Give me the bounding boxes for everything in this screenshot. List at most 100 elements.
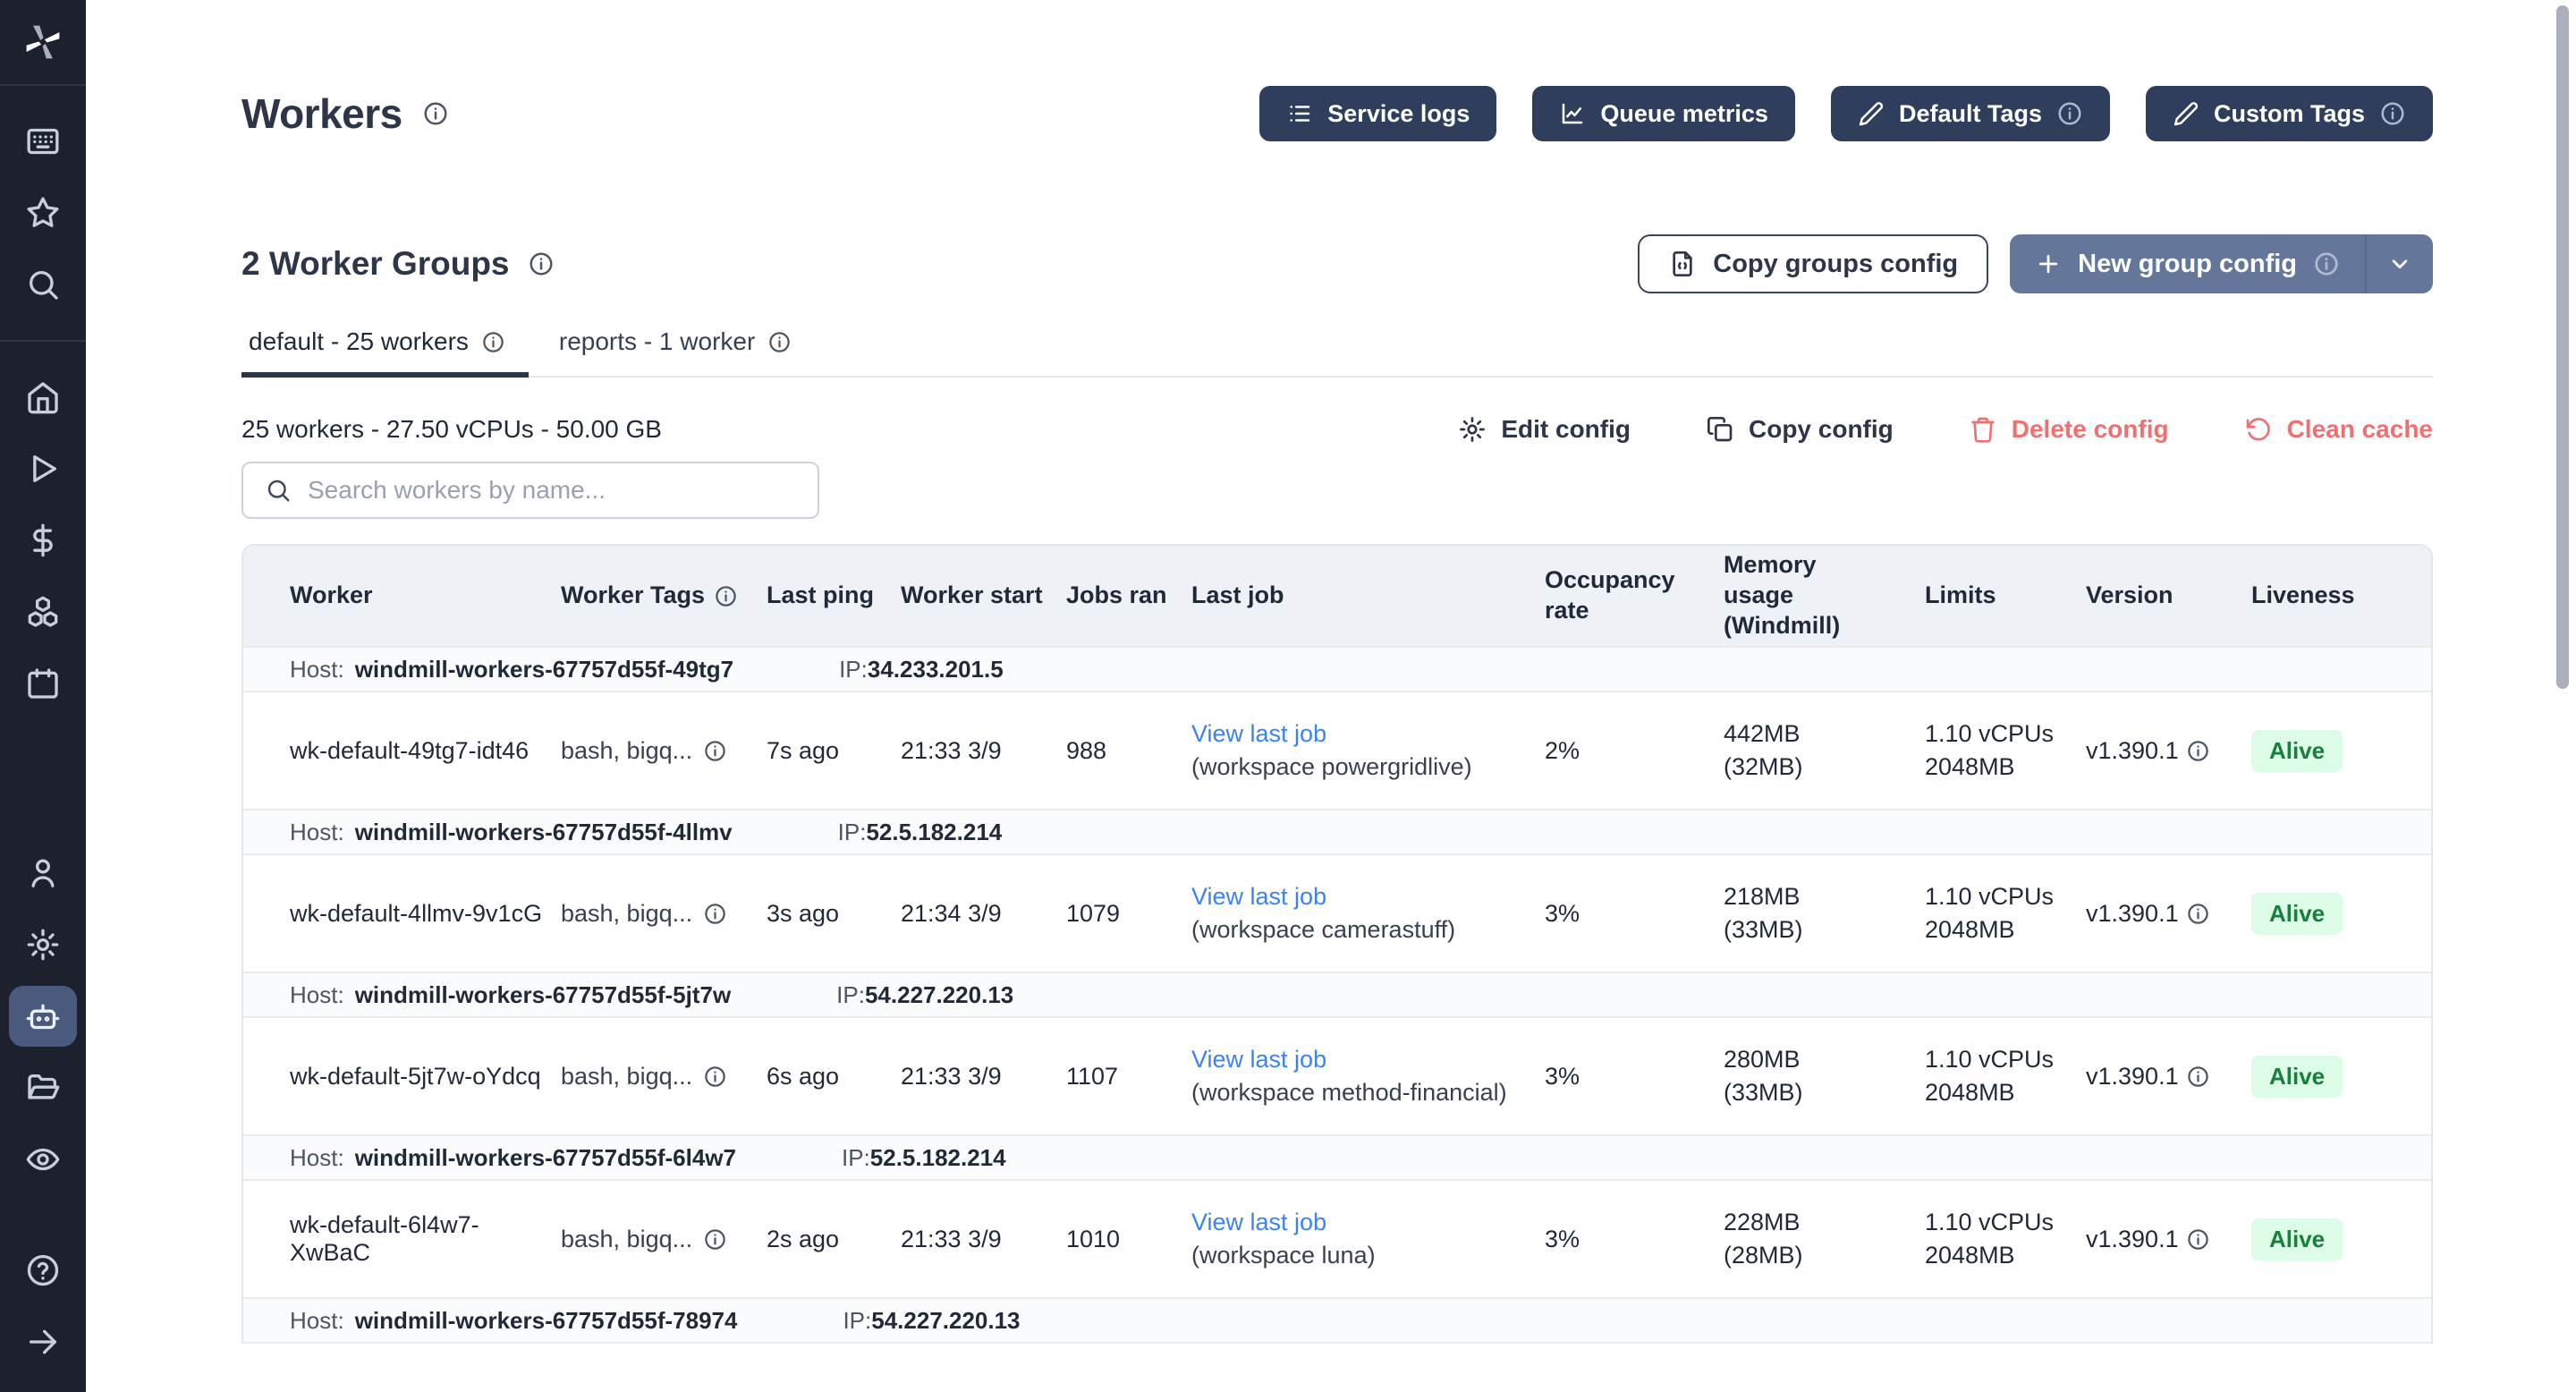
host-row: Host: windmill-workers-67757d55f-78974 I… bbox=[243, 1297, 2431, 1344]
chevron-down-icon bbox=[2386, 250, 2413, 277]
sidebar-item-help[interactable] bbox=[0, 1235, 86, 1306]
sidebar-item-audit[interactable] bbox=[0, 1124, 86, 1195]
group-summary: 25 workers - 27.50 vCPUs - 50.00 GB bbox=[242, 415, 662, 444]
worker-tags-cell-info-icon[interactable] bbox=[703, 1227, 727, 1252]
copy-config-button[interactable]: Copy config bbox=[1706, 415, 1894, 444]
col-jobs-ran: Jobs ran bbox=[1066, 581, 1191, 611]
host-label: Host: bbox=[290, 656, 344, 683]
help-icon bbox=[25, 1252, 61, 1288]
trash-icon bbox=[1969, 415, 1997, 444]
default-tags-button[interactable]: Default Tags bbox=[1831, 86, 2110, 141]
sidebar-item-search[interactable] bbox=[0, 249, 86, 320]
worker-tags-info-icon[interactable] bbox=[714, 584, 738, 608]
workers-info-icon[interactable] bbox=[422, 100, 449, 127]
worker-tags-cell: bash, bigq... bbox=[561, 900, 767, 928]
worker-tags-cell-info-icon[interactable] bbox=[703, 1065, 727, 1089]
view-last-job-link[interactable]: View last job bbox=[1191, 880, 1532, 913]
version-cell: v1.390.1 bbox=[2086, 900, 2251, 928]
sidebar-admin-section bbox=[0, 818, 86, 1215]
host-label: Host: bbox=[290, 981, 344, 1009]
gear-icon bbox=[1458, 415, 1487, 444]
version-info-icon[interactable] bbox=[2186, 1065, 2210, 1089]
ip-label: IP: bbox=[836, 981, 865, 1009]
sidebar-item-resources[interactable] bbox=[0, 576, 86, 648]
worker-tags-cell-info-icon[interactable] bbox=[703, 739, 727, 763]
tab-default-info-icon[interactable] bbox=[481, 330, 505, 354]
worker-tags-cell-info-icon[interactable] bbox=[703, 902, 727, 926]
sidebar-item-variables[interactable] bbox=[0, 505, 86, 576]
sidebar-item-favorites[interactable] bbox=[0, 177, 86, 249]
version-info-icon[interactable] bbox=[2186, 739, 2210, 763]
search-input[interactable] bbox=[308, 476, 796, 505]
calendar-icon bbox=[25, 666, 61, 701]
worker-groups-info-icon[interactable] bbox=[528, 250, 555, 277]
edit-config-button[interactable]: Edit config bbox=[1458, 415, 1631, 444]
dollar-icon bbox=[25, 522, 61, 558]
custom-tags-button[interactable]: Custom Tags bbox=[2146, 86, 2433, 141]
memory-cell: 280MB (33MB) bbox=[1724, 1043, 1925, 1109]
tab-default[interactable]: default - 25 workers bbox=[242, 327, 529, 378]
list-icon bbox=[1286, 100, 1313, 127]
sidebar-item-user[interactable] bbox=[0, 837, 86, 909]
view-last-job-link[interactable]: View last job bbox=[1191, 1206, 1532, 1239]
new-group-config-dropdown[interactable] bbox=[2367, 234, 2433, 293]
host-ip: 54.227.220.13 bbox=[871, 1307, 1020, 1335]
delete-config-button[interactable]: Delete config bbox=[1969, 415, 2169, 444]
pencil-icon bbox=[2173, 100, 2199, 127]
worker-table-body: Host: windmill-workers-67757d55f-49tg7 I… bbox=[243, 646, 2431, 1344]
new-group-config-label: New group config bbox=[2078, 250, 2297, 279]
worker-row: wk-default-6l4w7-XwBaC bash, bigq... 2s … bbox=[243, 1181, 2431, 1297]
memory-cell: 442MB (32MB) bbox=[1724, 717, 1925, 784]
new-group-config-info-icon[interactable] bbox=[2313, 250, 2340, 277]
service-logs-button[interactable]: Service logs bbox=[1259, 86, 1496, 141]
view-last-job-link[interactable]: View last job bbox=[1191, 717, 1532, 751]
host-name: windmill-workers-67757d55f-49tg7 bbox=[355, 656, 733, 683]
limits-cell: 1.10 vCPUs 2048MB bbox=[1925, 1206, 2086, 1272]
copy-config-label: Copy config bbox=[1749, 415, 1894, 444]
arrow-right-icon bbox=[25, 1324, 61, 1360]
last-ping: 3s ago bbox=[767, 900, 901, 928]
limit-memory: 2048MB bbox=[1925, 751, 2073, 784]
folder-icon bbox=[25, 1070, 61, 1106]
sidebar-footer-section bbox=[0, 1215, 86, 1392]
version-info-icon[interactable] bbox=[2186, 902, 2210, 926]
copy-groups-config-button[interactable]: Copy groups config bbox=[1638, 234, 1988, 293]
col-last-job: Last job bbox=[1191, 581, 1545, 611]
last-job-cell: View last job (workspace method-financia… bbox=[1191, 1043, 1545, 1109]
version-info-icon[interactable] bbox=[2186, 1227, 2210, 1252]
limit-memory: 2048MB bbox=[1925, 1076, 2073, 1109]
clean-cache-button[interactable]: Clean cache bbox=[2244, 415, 2433, 444]
service-logs-label: Service logs bbox=[1327, 100, 1470, 128]
worker-tags-cell: bash, bigq... bbox=[561, 1063, 767, 1091]
default-tags-info-icon[interactable] bbox=[2056, 100, 2083, 127]
sidebar-item-settings[interactable] bbox=[0, 909, 86, 980]
sidebar-item-folders[interactable] bbox=[0, 1052, 86, 1124]
last-job-workspace: (workspace method-financial) bbox=[1191, 1076, 1532, 1109]
col-occupancy: Occupancy rate bbox=[1545, 565, 1724, 626]
host-label: Host: bbox=[290, 1307, 344, 1335]
queue-metrics-button[interactable]: Queue metrics bbox=[1532, 86, 1795, 141]
tab-reports-info-icon[interactable] bbox=[767, 330, 792, 354]
windmill-logo[interactable] bbox=[0, 0, 86, 86]
sidebar-item-expand[interactable] bbox=[0, 1306, 86, 1378]
edit-config-label: Edit config bbox=[1501, 415, 1631, 444]
tab-reports[interactable]: reports - 1 worker bbox=[552, 327, 815, 378]
host-ip: 54.227.220.13 bbox=[865, 981, 1013, 1009]
worker-name: wk-default-49tg7-idt46 bbox=[243, 737, 561, 765]
sidebar-item-runs[interactable] bbox=[0, 433, 86, 505]
sidebar-item-workers[interactable] bbox=[0, 980, 86, 1052]
page-header: Workers Service logs Queue metrics Defau… bbox=[242, 86, 2433, 141]
play-icon bbox=[25, 451, 61, 487]
ip-label: IP: bbox=[838, 819, 867, 846]
sidebar-item-home[interactable] bbox=[0, 361, 86, 433]
clean-cache-label: Clean cache bbox=[2287, 415, 2433, 444]
custom-tags-info-icon[interactable] bbox=[2379, 100, 2406, 127]
scrollbar-thumb[interactable] bbox=[2556, 5, 2569, 689]
view-last-job-link[interactable]: View last job bbox=[1191, 1043, 1532, 1076]
new-group-config-button[interactable]: New group config bbox=[2010, 234, 2433, 293]
sidebar-item-apps[interactable] bbox=[0, 106, 86, 177]
version-value: v1.390.1 bbox=[2086, 900, 2179, 928]
sidebar-item-schedules[interactable] bbox=[0, 648, 86, 719]
eye-icon bbox=[25, 1142, 61, 1177]
table-header-row: Worker Worker Tags Last ping Worker star… bbox=[243, 546, 2431, 646]
